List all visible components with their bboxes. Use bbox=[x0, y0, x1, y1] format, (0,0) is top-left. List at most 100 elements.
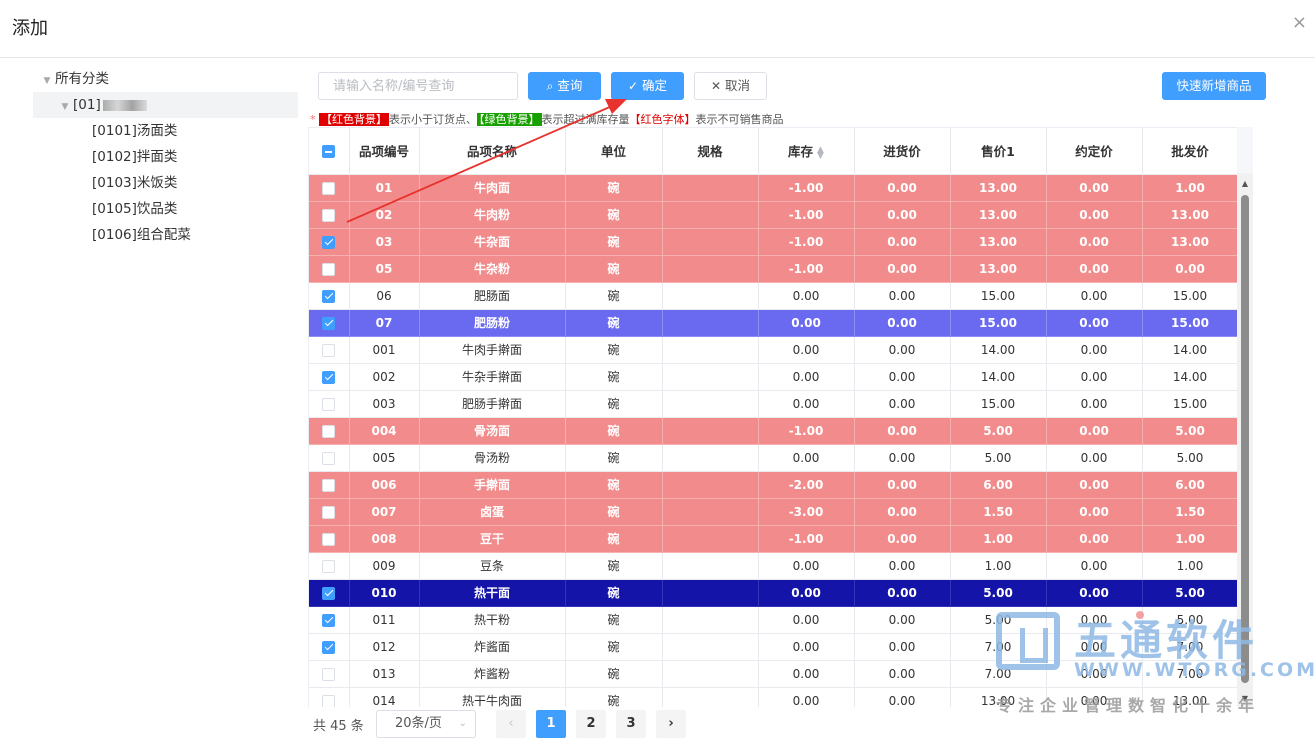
row-select-cell[interactable] bbox=[309, 579, 350, 607]
cancel-button[interactable]: ✕ 取消 bbox=[694, 72, 767, 100]
search-input[interactable] bbox=[318, 72, 518, 100]
select-all-cell[interactable] bbox=[309, 128, 350, 175]
row-checkbox[interactable] bbox=[322, 397, 336, 411]
tree-node-root[interactable]: ▼ 所有分类 bbox=[33, 66, 298, 92]
cell-spec bbox=[662, 282, 759, 310]
row-select-cell[interactable] bbox=[309, 363, 350, 391]
row-checkbox[interactable] bbox=[322, 262, 336, 276]
row-checkbox[interactable] bbox=[322, 694, 336, 707]
row-checkbox[interactable] bbox=[322, 586, 336, 600]
row-checkbox[interactable] bbox=[322, 343, 336, 357]
table-row[interactable]: 07 肥肠粉碗 0.00 0.00 15.00 0.00 15.00 bbox=[309, 309, 1239, 337]
tree-node-child[interactable]: [0101]汤面类 bbox=[33, 118, 298, 144]
row-checkbox[interactable] bbox=[322, 505, 336, 519]
scroll-down-icon[interactable]: ▼ bbox=[1237, 694, 1253, 703]
cell-unit: 碗 bbox=[565, 687, 663, 707]
tree-node-child[interactable]: [0106]组合配菜 bbox=[33, 222, 298, 248]
quick-add-product-button[interactable]: 快速新增商品 bbox=[1162, 72, 1266, 100]
row-checkbox[interactable] bbox=[322, 478, 336, 492]
page-button-1[interactable]: 1 bbox=[536, 710, 566, 738]
cell-spec bbox=[662, 336, 759, 364]
row-checkbox[interactable] bbox=[322, 424, 336, 438]
close-icon[interactable]: × bbox=[1292, 12, 1307, 33]
scroll-up-icon[interactable]: ▲ bbox=[1237, 179, 1253, 188]
table-row[interactable]: 003 肥肠手擀面碗 0.00 0.00 15.00 0.00 15.00 bbox=[309, 390, 1239, 418]
row-select-cell[interactable] bbox=[309, 525, 350, 553]
row-checkbox[interactable] bbox=[322, 559, 336, 573]
table-row[interactable]: 010 热干面碗 0.00 0.00 5.00 0.00 5.00 bbox=[309, 579, 1239, 607]
table-row[interactable]: 004 骨汤面碗 -1.00 0.00 5.00 0.00 5.00 bbox=[309, 417, 1239, 445]
row-select-cell[interactable] bbox=[309, 471, 350, 499]
row-select-cell[interactable] bbox=[309, 174, 350, 202]
page-button-2[interactable]: 2 bbox=[576, 710, 606, 738]
scroll-thumb[interactable] bbox=[1241, 195, 1249, 683]
caret-down-icon[interactable]: ▼ bbox=[39, 68, 55, 94]
row-select-cell[interactable] bbox=[309, 444, 350, 472]
sort-icon[interactable]: ▲ ▼ bbox=[817, 145, 824, 160]
row-checkbox[interactable] bbox=[322, 667, 336, 681]
row-select-cell[interactable] bbox=[309, 417, 350, 445]
table-row[interactable]: 007 卤蛋碗 -3.00 0.00 1.50 0.00 1.50 bbox=[309, 498, 1239, 526]
table-row[interactable]: 02 牛肉粉碗 -1.00 0.00 13.00 0.00 13.00 bbox=[309, 201, 1239, 229]
row-select-cell[interactable] bbox=[309, 336, 350, 364]
tree-node-child[interactable]: [0103]米饭类 bbox=[33, 170, 298, 196]
row-checkbox[interactable] bbox=[322, 640, 336, 654]
search-button[interactable]: ⌕ 查询 bbox=[528, 72, 601, 100]
row-select-cell[interactable] bbox=[309, 633, 350, 661]
row-select-cell[interactable] bbox=[309, 660, 350, 688]
cell-unit: 碗 bbox=[565, 282, 663, 310]
row-checkbox[interactable] bbox=[322, 451, 336, 465]
table-row[interactable]: 001 牛肉手擀面碗 0.00 0.00 14.00 0.00 14.00 bbox=[309, 336, 1239, 364]
tree-node-group[interactable]: ▼ [01] bbox=[33, 92, 298, 118]
table-row[interactable]: 002 牛杂手擀面碗 0.00 0.00 14.00 0.00 14.00 bbox=[309, 363, 1239, 391]
row-select-cell[interactable] bbox=[309, 606, 350, 634]
legend-red-font: 【红色字体】 bbox=[629, 113, 696, 126]
table-row[interactable]: 009 豆条碗 0.00 0.00 1.00 0.00 1.00 bbox=[309, 552, 1239, 580]
table-row[interactable]: 006 手擀面碗 -2.00 0.00 6.00 0.00 6.00 bbox=[309, 471, 1239, 499]
confirm-button[interactable]: ✓ 确定 bbox=[611, 72, 684, 100]
page-size-select[interactable]: 20条/页 ⌄ bbox=[376, 710, 476, 738]
cell-stock: -1.00 bbox=[758, 525, 855, 553]
row-select-cell[interactable] bbox=[309, 282, 350, 310]
row-select-cell[interactable] bbox=[309, 498, 350, 526]
row-select-cell[interactable] bbox=[309, 255, 350, 283]
table-row[interactable]: 005 骨汤粉碗 0.00 0.00 5.00 0.00 5.00 bbox=[309, 444, 1239, 472]
table-row[interactable]: 012 炸酱面碗 0.00 0.00 7.00 0.00 7.00 bbox=[309, 633, 1239, 661]
cell-spec bbox=[662, 363, 759, 391]
table-row[interactable]: 01 牛肉面碗 -1.00 0.00 13.00 0.00 1.00 bbox=[309, 174, 1239, 202]
table-row[interactable]: 011 热干粉碗 0.00 0.00 5.00 0.00 5.00 bbox=[309, 606, 1239, 634]
table-row[interactable]: 06 肥肠面碗 0.00 0.00 15.00 0.00 15.00 bbox=[309, 282, 1239, 310]
table-scrollbar[interactable]: ▲ ▼ bbox=[1237, 173, 1253, 707]
table-row[interactable]: 014 热干牛肉面碗 0.00 0.00 13.00 0.00 13.00 bbox=[309, 687, 1239, 707]
row-checkbox[interactable] bbox=[322, 289, 336, 303]
table-row[interactable]: 013 炸酱粉碗 0.00 0.00 7.00 0.00 7.00 bbox=[309, 660, 1239, 688]
caret-down-icon[interactable]: ▼ bbox=[57, 94, 73, 120]
row-select-cell[interactable] bbox=[309, 390, 350, 418]
page-button-3[interactable]: 3 bbox=[616, 710, 646, 738]
row-checkbox[interactable] bbox=[322, 235, 336, 249]
row-select-cell[interactable] bbox=[309, 228, 350, 256]
row-checkbox[interactable] bbox=[322, 613, 336, 627]
row-checkbox[interactable] bbox=[322, 370, 336, 384]
row-checkbox[interactable] bbox=[322, 181, 336, 195]
row-select-cell[interactable] bbox=[309, 687, 350, 707]
select-all-checkbox[interactable] bbox=[322, 145, 336, 159]
row-select-cell[interactable] bbox=[309, 552, 350, 580]
cell-price1: 1.00 bbox=[950, 525, 1047, 553]
cell-code: 003 bbox=[349, 390, 420, 418]
row-select-cell[interactable] bbox=[309, 201, 350, 229]
table-row[interactable]: 008 豆干碗 -1.00 0.00 1.00 0.00 1.00 bbox=[309, 525, 1239, 553]
next-page-button[interactable]: › bbox=[656, 710, 686, 738]
table-row[interactable]: 03 牛杂面碗 -1.00 0.00 13.00 0.00 13.00 bbox=[309, 228, 1239, 256]
row-checkbox[interactable] bbox=[322, 208, 336, 222]
table-row[interactable]: 05 牛杂粉碗 -1.00 0.00 13.00 0.00 0.00 bbox=[309, 255, 1239, 283]
tree-node-child[interactable]: [0105]饮品类 bbox=[33, 196, 298, 222]
prev-page-button[interactable]: ‹ bbox=[496, 710, 526, 738]
col-header-stock[interactable]: 库存 ▲ ▼ bbox=[758, 128, 855, 175]
row-checkbox[interactable] bbox=[322, 316, 336, 330]
table-body: 01 牛肉面碗 -1.00 0.00 13.00 0.00 1.00 02 牛肉粉碗 -1.00 0… bbox=[309, 174, 1239, 707]
tree-node-child[interactable]: [0102]拌面类 bbox=[33, 144, 298, 170]
row-select-cell[interactable] bbox=[309, 309, 350, 337]
row-checkbox[interactable] bbox=[322, 532, 336, 546]
cell-stock: 0.00 bbox=[758, 363, 855, 391]
